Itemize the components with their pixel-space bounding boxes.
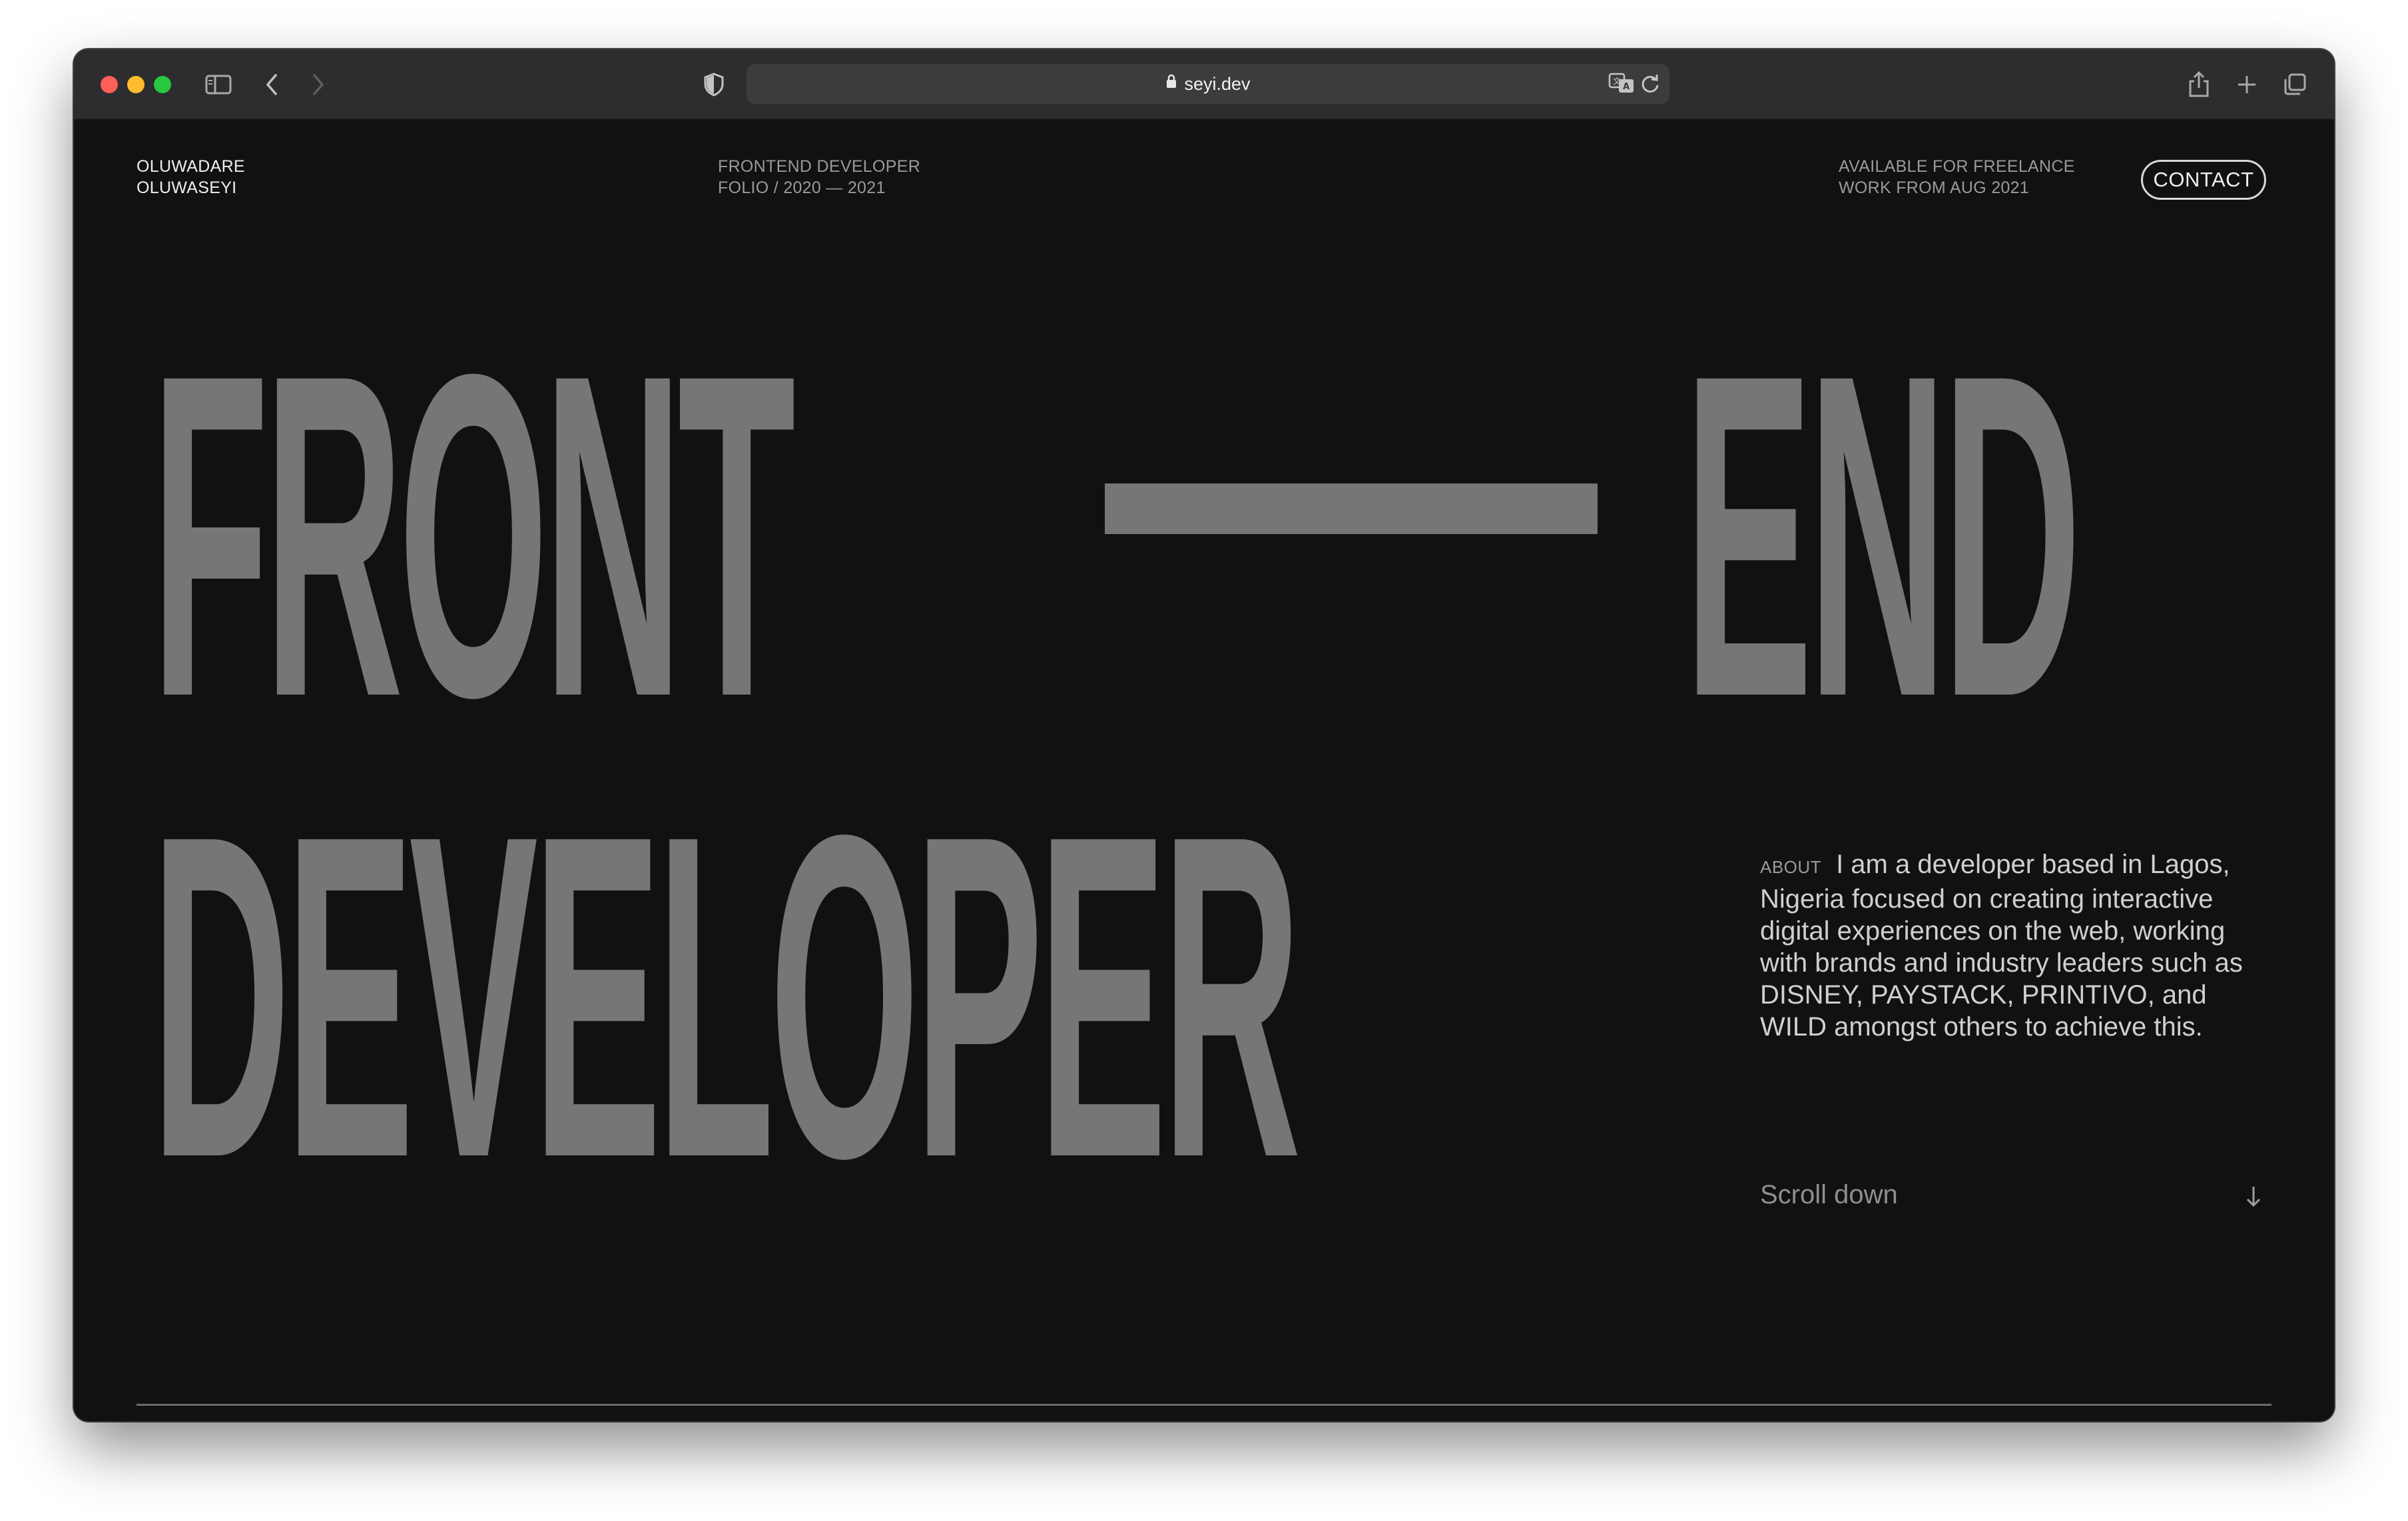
page-content: OLUWADARE OLUWASEYI FRONTEND DEVELOPER F… (74, 120, 2334, 1421)
chevron-left-icon[interactable] (254, 67, 290, 103)
chevron-right-icon[interactable] (300, 67, 336, 103)
url-text: seyi.dev (1184, 74, 1251, 94)
divider-line (137, 1404, 2271, 1406)
share-icon[interactable] (2181, 67, 2217, 103)
about-text: I am a developer based in Lagos, Nigeria… (1760, 850, 2243, 1042)
svg-text:文: 文 (1613, 76, 1621, 86)
tabs-icon[interactable] (2277, 67, 2313, 103)
address-bar[interactable]: seyi.dev 文A (747, 64, 1669, 104)
minimize-window-button[interactable] (127, 76, 145, 93)
browser-window: seyi.dev 文A OLUWADARE OLUWASEYI FRONTEND… (74, 49, 2334, 1421)
reload-icon[interactable] (1640, 73, 1660, 98)
site-owner-name[interactable]: OLUWADARE OLUWASEYI (137, 156, 245, 198)
folio-info: FRONTEND DEVELOPER FOLIO / 2020 — 2021 (718, 157, 921, 197)
shield-icon[interactable] (696, 67, 732, 103)
zoom-window-button[interactable] (154, 76, 171, 93)
sidebar-icon[interactable] (200, 67, 236, 103)
translate-icon[interactable]: 文A (1608, 72, 1635, 98)
hero-word-end: END (1684, 279, 2082, 792)
hero-dash (1105, 483, 1598, 534)
close-window-button[interactable] (101, 76, 118, 93)
contact-button[interactable]: CONTACT (2141, 160, 2266, 200)
hero-word-developer: DEVELOPER (151, 740, 1301, 1253)
arrow-down-icon[interactable] (2245, 1185, 2262, 1211)
svg-text:A: A (1623, 82, 1630, 92)
lock-icon (1165, 63, 1177, 103)
about-label: ABOUT (1760, 857, 1822, 877)
plus-icon[interactable] (2229, 67, 2265, 103)
browser-toolbar: seyi.dev 文A (74, 49, 2334, 120)
scroll-down-link[interactable]: Scroll down (1760, 1180, 1898, 1210)
hero-word-front: FRONT (151, 279, 796, 792)
availability-info: AVAILABLE FOR FREELANCE WORK FROM AUG 20… (1839, 157, 2075, 197)
about-section: ABOUT I am a developer based in Lagos, Ni… (1760, 848, 2279, 1043)
